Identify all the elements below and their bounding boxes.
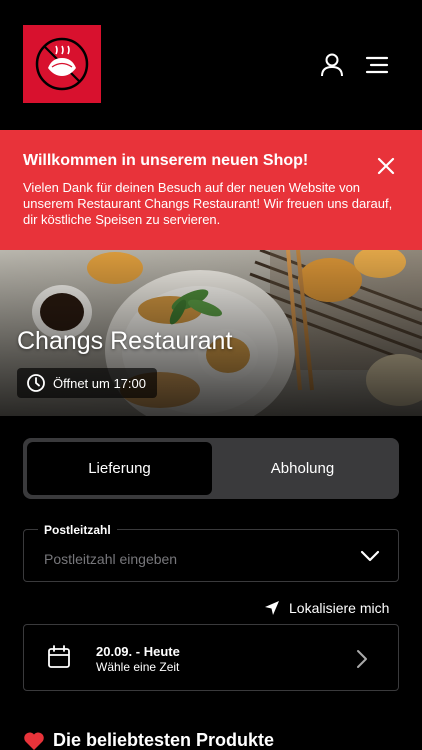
dumpling-logo-icon (35, 37, 89, 91)
postal-code-label: Postleitzahl (38, 522, 117, 538)
chevron-down-icon[interactable] (360, 550, 380, 562)
time-selector[interactable]: 20.09. - Heute Wähle eine Zeit (23, 624, 399, 691)
popular-products-heading: Die beliebtesten Produkte (23, 730, 274, 750)
restaurant-name: Changs Restaurant (17, 327, 233, 355)
opening-time-badge: Öffnet um 17:00 (17, 368, 157, 398)
postal-code-input[interactable]: Postleitzahl eingeben (44, 551, 177, 567)
popular-products-title: Die beliebtesten Produkte (53, 730, 275, 750)
choose-time-label: Wähle eine Zeit (96, 660, 180, 674)
user-icon[interactable] (319, 52, 345, 78)
calendar-icon (48, 645, 70, 668)
heart-icon (24, 731, 44, 750)
postal-code-field[interactable]: Postleitzahl Postleitzahl eingeben (23, 522, 399, 582)
selected-date: 20.09. - Heute (96, 644, 180, 659)
hamburger-menu-icon[interactable] (364, 52, 390, 78)
opening-time-text: Öffnet um 17:00 (53, 375, 146, 391)
banner-text: Vielen Dank für deinen Besuch auf der ne… (23, 180, 393, 227)
location-arrow-icon (265, 601, 279, 615)
locate-me-button[interactable]: Lokalisiere mich (264, 599, 389, 617)
clock-icon (27, 374, 45, 392)
delivery-mode-toggle: Lieferung Abholung (23, 438, 399, 499)
close-icon[interactable] (376, 156, 396, 176)
banner-title: Willkommen in unserem neuen Shop! (23, 152, 309, 169)
delivery-option[interactable]: Lieferung (27, 442, 212, 495)
welcome-banner: Willkommen in unserem neuen Shop! Vielen… (0, 130, 422, 250)
app-header (0, 0, 422, 130)
restaurant-logo[interactable] (23, 25, 101, 103)
pickup-option[interactable]: Abholung (210, 442, 395, 495)
locate-me-label: Lokalisiere mich (289, 600, 390, 616)
chevron-right-icon[interactable] (356, 649, 368, 669)
